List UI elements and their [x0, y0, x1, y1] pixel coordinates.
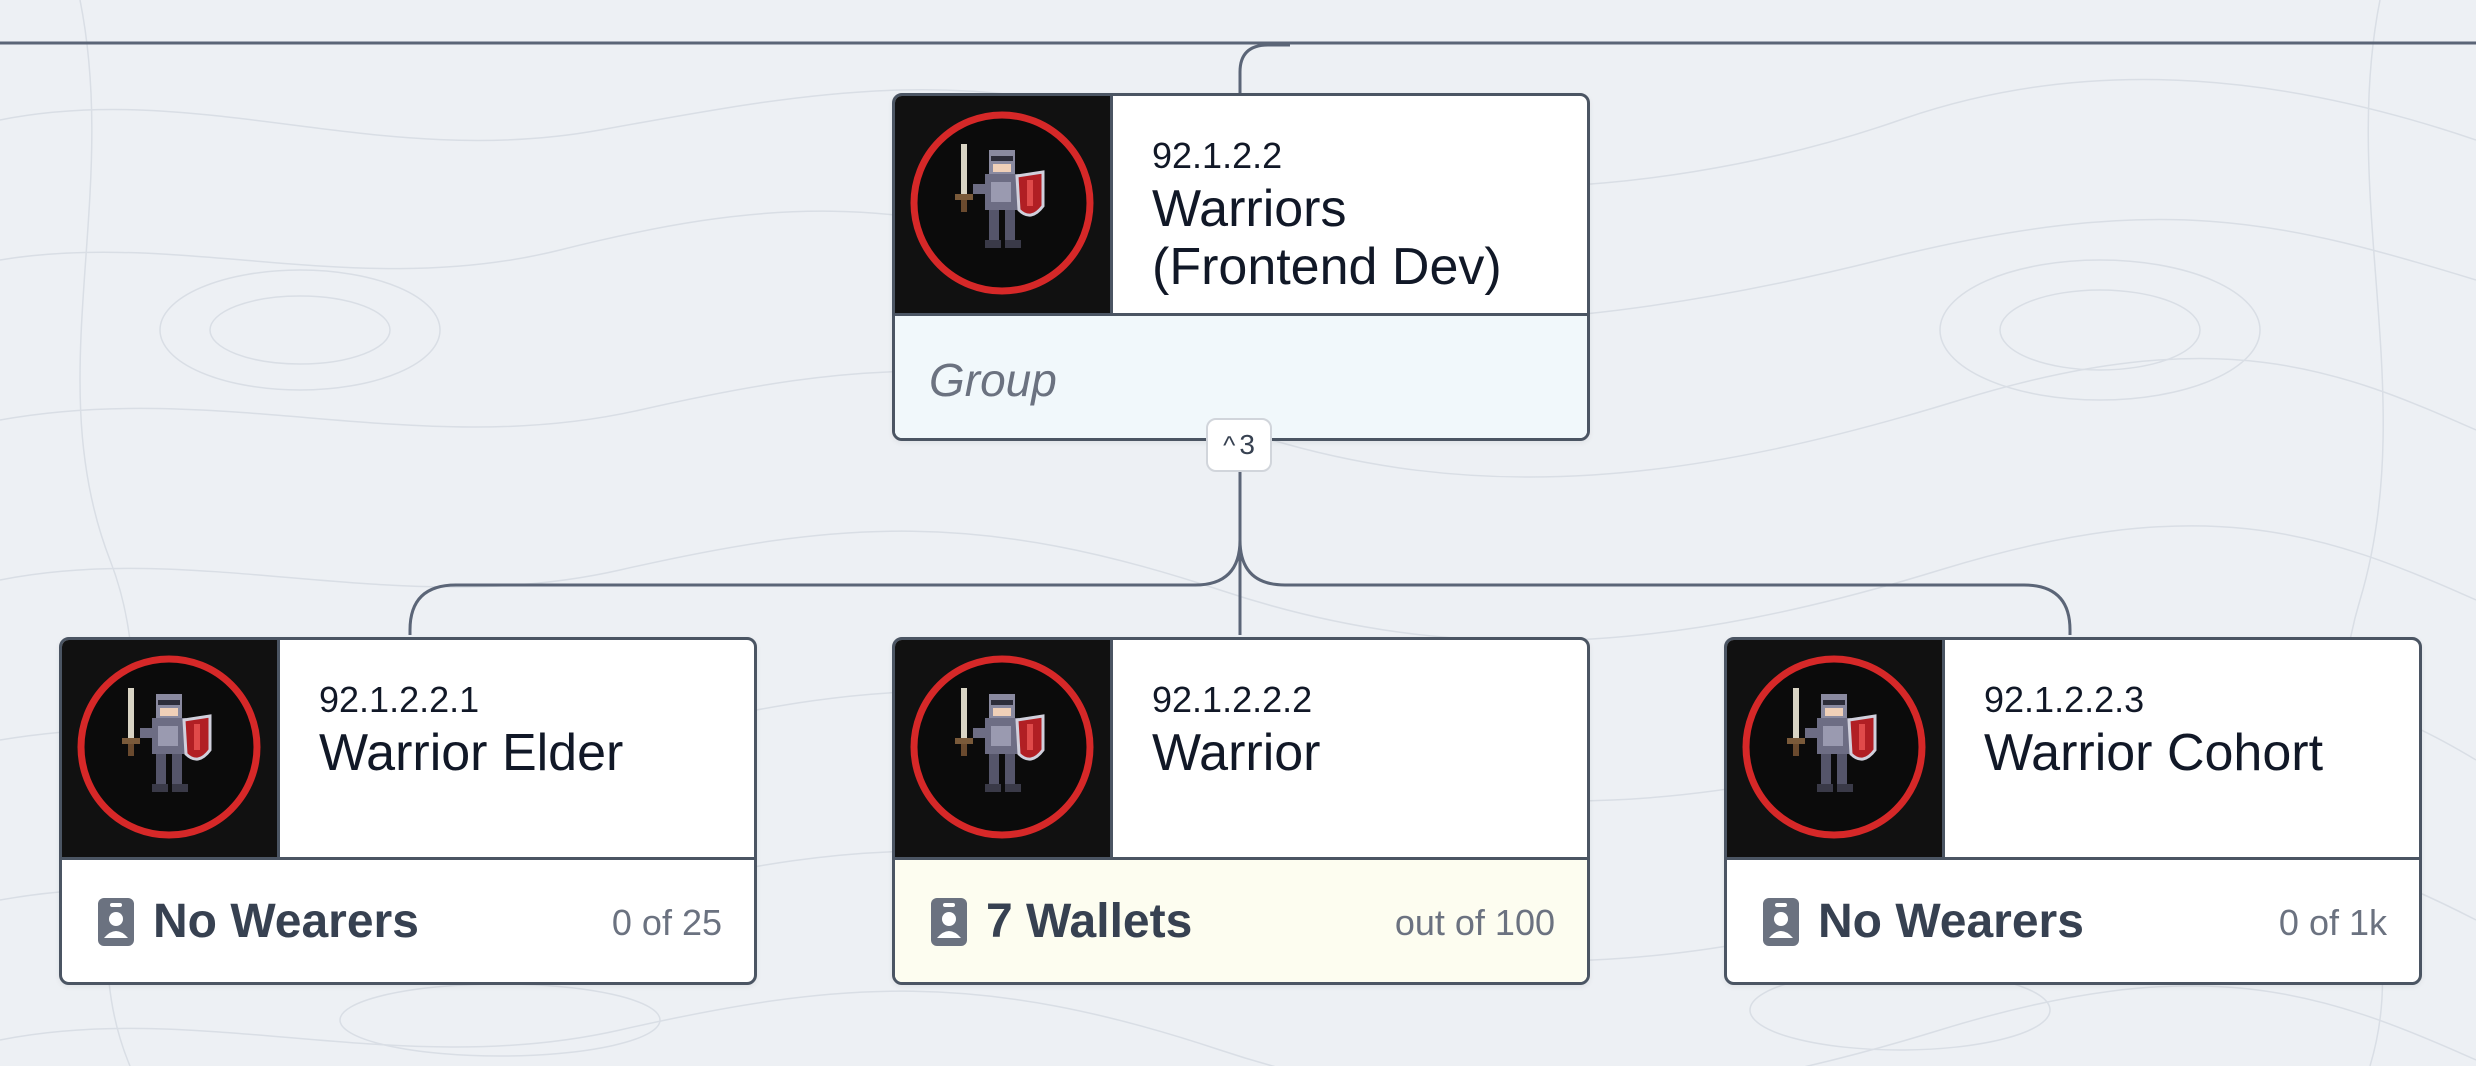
- hat-card-footer: No Wearers 0 of 25: [62, 860, 754, 982]
- child-left-connector: [408, 539, 1242, 635]
- hat-type-label: Group: [929, 354, 1057, 406]
- hat-name: Warrior Cohort: [1984, 724, 2324, 782]
- max-supply: 0 of 25: [611, 902, 722, 943]
- id-badge-icon: [931, 898, 967, 946]
- hat-id: 92.1.2.2.1: [319, 679, 480, 720]
- wearers-count: 7 Wallets: [986, 895, 1193, 948]
- hat-name: Warrior: [1152, 724, 1321, 782]
- hat-card-header: 92.1.2.2.2 Warrior: [895, 640, 1587, 860]
- chevron-up-icon: ^: [1223, 429, 1236, 460]
- hat-card-child[interactable]: 92.1.2.2.2 Warrior 7 Wallets out of 100: [892, 637, 1590, 985]
- hat-card-footer: 7 Wallets out of 100: [895, 860, 1587, 982]
- parent-up-connector: [1238, 43, 1290, 93]
- hat-card-header: 92.1.2.2 Warriors (Frontend Dev): [895, 96, 1587, 316]
- wearers-count: No Wearers: [1818, 895, 2084, 948]
- hat-card-parent[interactable]: 92.1.2.2 Warriors (Frontend Dev) Group: [892, 93, 1590, 441]
- hat-name: Warrior Elder: [319, 724, 624, 782]
- hat-id: 92.1.2.2.2: [1152, 679, 1313, 720]
- hat-id: 92.1.2.2.3: [1984, 679, 2145, 720]
- warrior-knight-icon: [76, 654, 262, 840]
- hat-avatar: [895, 640, 1113, 857]
- id-badge-icon: [98, 898, 134, 946]
- max-supply: out of 100: [1394, 902, 1555, 943]
- hat-avatar: [895, 96, 1113, 313]
- hat-card-header: 92.1.2.2.1 Warrior Elder: [62, 640, 754, 860]
- hat-avatar: [1727, 640, 1945, 857]
- hat-id: 92.1.2.2: [1152, 135, 1283, 176]
- hat-card-child[interactable]: 92.1.2.2.1 Warrior Elder No Wearers 0 of…: [59, 637, 757, 985]
- warrior-knight-icon: [909, 654, 1095, 840]
- wearers-count: No Wearers: [153, 895, 419, 948]
- max-supply: 0 of 1k: [2278, 902, 2387, 943]
- warrior-knight-icon: [909, 110, 1095, 296]
- hat-card-footer: No Wearers 0 of 1k: [1727, 860, 2419, 982]
- hat-card-child[interactable]: 92.1.2.2.3 Warrior Cohort No Wearers 0 o…: [1724, 637, 2422, 985]
- hat-card-header: 92.1.2.2.3 Warrior Cohort: [1727, 640, 2419, 860]
- hat-avatar: [62, 640, 280, 857]
- child-right-connector: [1238, 539, 2072, 635]
- warrior-knight-icon: [1741, 654, 1927, 840]
- collapse-children-button[interactable]: ^ 3: [1206, 418, 1272, 472]
- id-badge-icon: [1763, 898, 1799, 946]
- hat-name: Warriors (Frontend Dev): [1152, 180, 1502, 296]
- children-count: 3: [1239, 429, 1255, 460]
